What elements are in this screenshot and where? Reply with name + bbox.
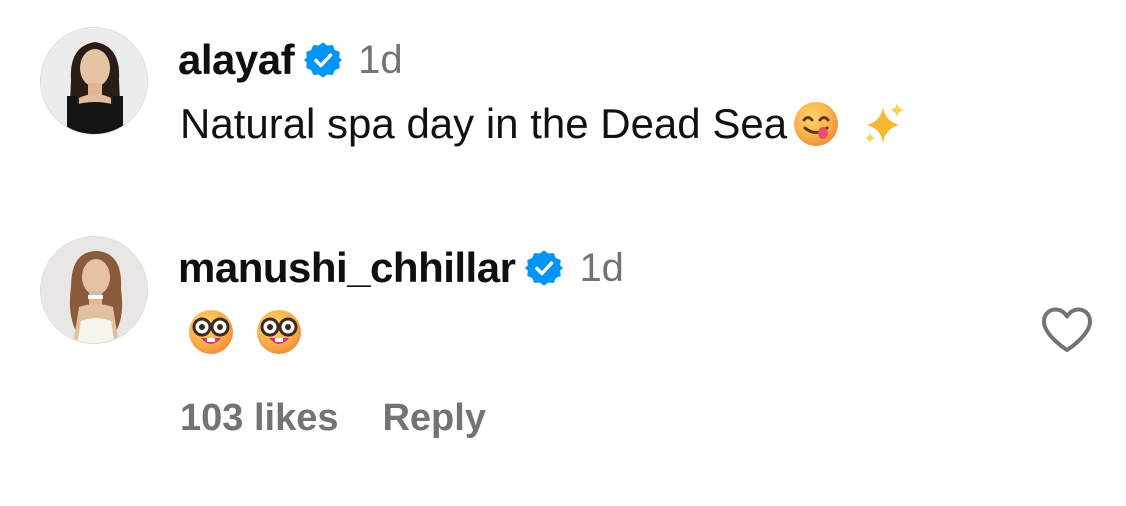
- nerd-face-emoji: [254, 307, 304, 357]
- nerd-face-emoji: [186, 307, 236, 357]
- comment-timestamp[interactable]: 1d: [579, 246, 624, 291]
- comment-meta: 103 likes Reply: [180, 394, 486, 442]
- username-link[interactable]: manushi_chhillar: [178, 244, 516, 292]
- sparkles-emoji: [859, 99, 909, 149]
- comment-header: alayaf 1d: [178, 32, 403, 88]
- verified-badge-icon: [525, 249, 564, 287]
- comment-header: manushi_chhillar 1d: [178, 240, 624, 296]
- comment-text: [186, 302, 304, 362]
- comment-item-alayaf: alayaf 1d Natural spa day in the Dead Se…: [0, 0, 1126, 200]
- verified-badge-icon: [304, 41, 343, 79]
- heart-outline-icon: [1042, 307, 1092, 352]
- comment-timestamp[interactable]: 1d: [358, 38, 403, 83]
- comment-item-manushi_chhillar: manushi_chhillar 1d 103 likes Reply: [0, 200, 1126, 506]
- username-link[interactable]: alayaf: [178, 36, 295, 84]
- likes-count[interactable]: 103 likes: [180, 397, 338, 440]
- comment-body: Natural spa day in the Dead Sea: [180, 100, 788, 147]
- reply-button[interactable]: Reply: [382, 397, 485, 440]
- avatar-manushi_chhillar[interactable]: [40, 236, 148, 344]
- like-comment-button[interactable]: [1040, 306, 1094, 354]
- avatar-alayaf[interactable]: [40, 27, 148, 135]
- face-savoring-food-emoji: [791, 99, 841, 149]
- comment-text: Natural spa day in the Dead Sea: [180, 94, 909, 154]
